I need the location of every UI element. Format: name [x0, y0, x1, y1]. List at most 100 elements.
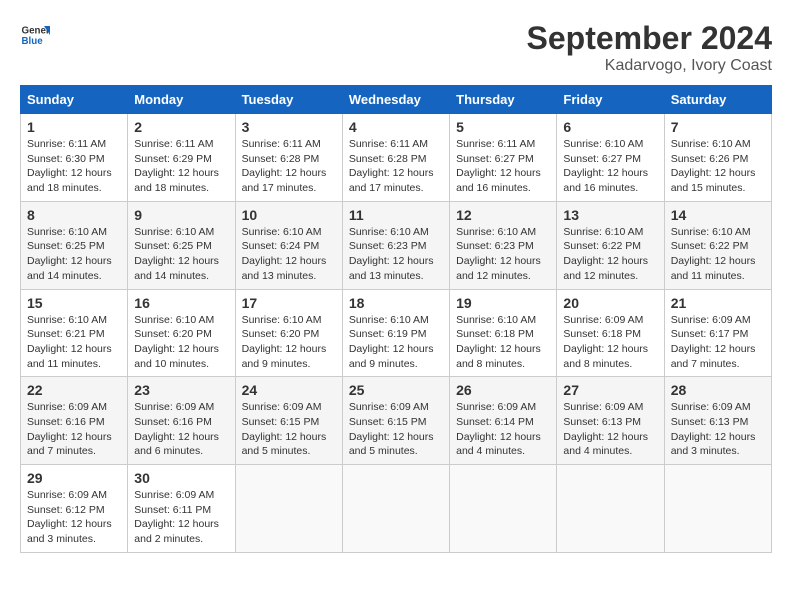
calendar-week-row: 29Sunrise: 6:09 AM Sunset: 6:12 PM Dayli… [21, 465, 772, 553]
day-info: Sunrise: 6:09 AM Sunset: 6:12 PM Dayligh… [27, 488, 121, 547]
calendar-week-row: 15 Sunrise: 6:10 AM Sunset: 6:21 PM Dayli… [21, 289, 772, 377]
day-info: Sunrise: 6:11 AM Sunset: 6:30 PM Dayligh… [27, 137, 121, 196]
header: General Blue September 2024 Kadarvogo, I… [20, 20, 772, 75]
day-info: Sunrise: 6:10 AM Sunset: 6:20 PM Dayligh… [134, 313, 228, 372]
table-row: 8 Sunrise: 6:10 AM Sunset: 6:25 PM Daylig… [21, 201, 128, 289]
table-row: 28 Sunrise: 6:09 AM Sunset: 6:13 PM Dayli… [664, 377, 771, 465]
header-wednesday: Wednesday [342, 86, 449, 114]
calendar-week-row: 1 Sunrise: 6:11 AM Sunset: 6:30 PM Daylig… [21, 114, 772, 202]
day-info: Sunrise: 6:09 AM Sunset: 6:17 PM Dayligh… [671, 313, 765, 372]
day-info: Sunrise: 6:11 AM Sunset: 6:29 PM Dayligh… [134, 137, 228, 196]
svg-text:Blue: Blue [22, 36, 44, 47]
table-row: 12 Sunrise: 6:10 AM Sunset: 6:23 PM Dayli… [450, 201, 557, 289]
day-number: 9 [134, 207, 228, 223]
month-title: September 2024 [527, 20, 772, 57]
day-number: 22 [27, 382, 121, 398]
header-friday: Friday [557, 86, 664, 114]
table-row: 21Sunrise: 6:09 AM Sunset: 6:17 PM Dayli… [664, 289, 771, 377]
day-info: Sunrise: 6:10 AM Sunset: 6:22 PM Dayligh… [671, 225, 765, 284]
table-row [664, 465, 771, 553]
table-row: 27Sunrise: 6:09 AM Sunset: 6:13 PM Dayli… [557, 377, 664, 465]
table-row: 2Sunrise: 6:11 AM Sunset: 6:29 PM Daylig… [128, 114, 235, 202]
day-number: 17 [242, 295, 336, 311]
logo: General Blue [20, 20, 50, 50]
day-number: 11 [349, 207, 443, 223]
day-info: Sunrise: 6:09 AM Sunset: 6:15 PM Dayligh… [349, 400, 443, 459]
header-tuesday: Tuesday [235, 86, 342, 114]
header-sunday: Sunday [21, 86, 128, 114]
table-row: 17 Sunrise: 6:10 AM Sunset: 6:20 PM Dayli… [235, 289, 342, 377]
day-info: Sunrise: 6:10 AM Sunset: 6:26 PM Dayligh… [671, 137, 765, 196]
day-info: Sunrise: 6:10 AM Sunset: 6:23 PM Dayligh… [349, 225, 443, 284]
table-row: 6 Sunrise: 6:10 AM Sunset: 6:27 PM Daylig… [557, 114, 664, 202]
table-row: 13 Sunrise: 6:10 AM Sunset: 6:22 PM Dayli… [557, 201, 664, 289]
day-info: Sunrise: 6:09 AM Sunset: 6:13 PM Dayligh… [671, 400, 765, 459]
day-info: Sunrise: 6:09 AM Sunset: 6:18 PM Dayligh… [563, 313, 657, 372]
day-number: 1 [27, 119, 121, 135]
title-area: September 2024 Kadarvogo, Ivory Coast [527, 20, 772, 75]
table-row: 24Sunrise: 6:09 AM Sunset: 6:15 PM Dayli… [235, 377, 342, 465]
day-info: Sunrise: 6:10 AM Sunset: 6:19 PM Dayligh… [349, 313, 443, 372]
day-info: Sunrise: 6:09 AM Sunset: 6:14 PM Dayligh… [456, 400, 550, 459]
header-saturday: Saturday [664, 86, 771, 114]
table-row: 16 Sunrise: 6:10 AM Sunset: 6:20 PM Dayli… [128, 289, 235, 377]
table-row: 3 Sunrise: 6:11 AM Sunset: 6:28 PM Daylig… [235, 114, 342, 202]
day-number: 15 [27, 295, 121, 311]
day-info: Sunrise: 6:11 AM Sunset: 6:28 PM Dayligh… [349, 137, 443, 196]
day-info: Sunrise: 6:09 AM Sunset: 6:13 PM Dayligh… [563, 400, 657, 459]
table-row: 25 Sunrise: 6:09 AM Sunset: 6:15 PM Dayli… [342, 377, 449, 465]
table-row: 11 Sunrise: 6:10 AM Sunset: 6:23 PM Dayli… [342, 201, 449, 289]
day-number: 3 [242, 119, 336, 135]
day-info: Sunrise: 6:10 AM Sunset: 6:20 PM Dayligh… [242, 313, 336, 372]
day-number: 25 [349, 382, 443, 398]
day-info: Sunrise: 6:11 AM Sunset: 6:28 PM Dayligh… [242, 137, 336, 196]
table-row: 19Sunrise: 6:10 AM Sunset: 6:18 PM Dayli… [450, 289, 557, 377]
day-info: Sunrise: 6:10 AM Sunset: 6:18 PM Dayligh… [456, 313, 550, 372]
day-info: Sunrise: 6:10 AM Sunset: 6:23 PM Dayligh… [456, 225, 550, 284]
day-info: Sunrise: 6:10 AM Sunset: 6:21 PM Dayligh… [27, 313, 121, 372]
logo-icon: General Blue [20, 20, 50, 50]
location-title: Kadarvogo, Ivory Coast [527, 57, 772, 75]
day-info: Sunrise: 6:09 AM Sunset: 6:16 PM Dayligh… [27, 400, 121, 459]
table-row: 20 Sunrise: 6:09 AM Sunset: 6:18 PM Dayli… [557, 289, 664, 377]
table-row: 15 Sunrise: 6:10 AM Sunset: 6:21 PM Dayli… [21, 289, 128, 377]
day-info: Sunrise: 6:09 AM Sunset: 6:16 PM Dayligh… [134, 400, 228, 459]
table-row [235, 465, 342, 553]
day-number: 20 [563, 295, 657, 311]
table-row [342, 465, 449, 553]
day-info: Sunrise: 6:10 AM Sunset: 6:27 PM Dayligh… [563, 137, 657, 196]
day-number: 23 [134, 382, 228, 398]
day-info: Sunrise: 6:09 AM Sunset: 6:11 PM Dayligh… [134, 488, 228, 547]
day-number: 8 [27, 207, 121, 223]
day-info: Sunrise: 6:10 AM Sunset: 6:25 PM Dayligh… [134, 225, 228, 284]
table-row: 29Sunrise: 6:09 AM Sunset: 6:12 PM Dayli… [21, 465, 128, 553]
day-info: Sunrise: 6:11 AM Sunset: 6:27 PM Dayligh… [456, 137, 550, 196]
table-row: 4Sunrise: 6:11 AM Sunset: 6:28 PM Daylig… [342, 114, 449, 202]
day-number: 13 [563, 207, 657, 223]
day-number: 16 [134, 295, 228, 311]
table-row: 14 Sunrise: 6:10 AM Sunset: 6:22 PM Dayli… [664, 201, 771, 289]
day-number: 6 [563, 119, 657, 135]
day-number: 18 [349, 295, 443, 311]
day-number: 14 [671, 207, 765, 223]
calendar-table: Sunday Monday Tuesday Wednesday Thursday… [20, 85, 772, 553]
day-info: Sunrise: 6:10 AM Sunset: 6:22 PM Dayligh… [563, 225, 657, 284]
day-info: Sunrise: 6:10 AM Sunset: 6:24 PM Dayligh… [242, 225, 336, 284]
table-row: 22 Sunrise: 6:09 AM Sunset: 6:16 PM Dayli… [21, 377, 128, 465]
day-info: Sunrise: 6:10 AM Sunset: 6:25 PM Dayligh… [27, 225, 121, 284]
table-row: 18 Sunrise: 6:10 AM Sunset: 6:19 PM Dayli… [342, 289, 449, 377]
day-number: 28 [671, 382, 765, 398]
day-number: 5 [456, 119, 550, 135]
table-row: 1 Sunrise: 6:11 AM Sunset: 6:30 PM Daylig… [21, 114, 128, 202]
calendar-week-row: 8 Sunrise: 6:10 AM Sunset: 6:25 PM Daylig… [21, 201, 772, 289]
table-row: 23 Sunrise: 6:09 AM Sunset: 6:16 PM Dayli… [128, 377, 235, 465]
day-number: 24 [242, 382, 336, 398]
day-number: 12 [456, 207, 550, 223]
day-number: 30 [134, 470, 228, 486]
table-row [557, 465, 664, 553]
table-row: 30 Sunrise: 6:09 AM Sunset: 6:11 PM Dayli… [128, 465, 235, 553]
table-row: 7Sunrise: 6:10 AM Sunset: 6:26 PM Daylig… [664, 114, 771, 202]
table-row: 26Sunrise: 6:09 AM Sunset: 6:14 PM Dayli… [450, 377, 557, 465]
day-number: 10 [242, 207, 336, 223]
calendar-week-row: 22 Sunrise: 6:09 AM Sunset: 6:16 PM Dayli… [21, 377, 772, 465]
